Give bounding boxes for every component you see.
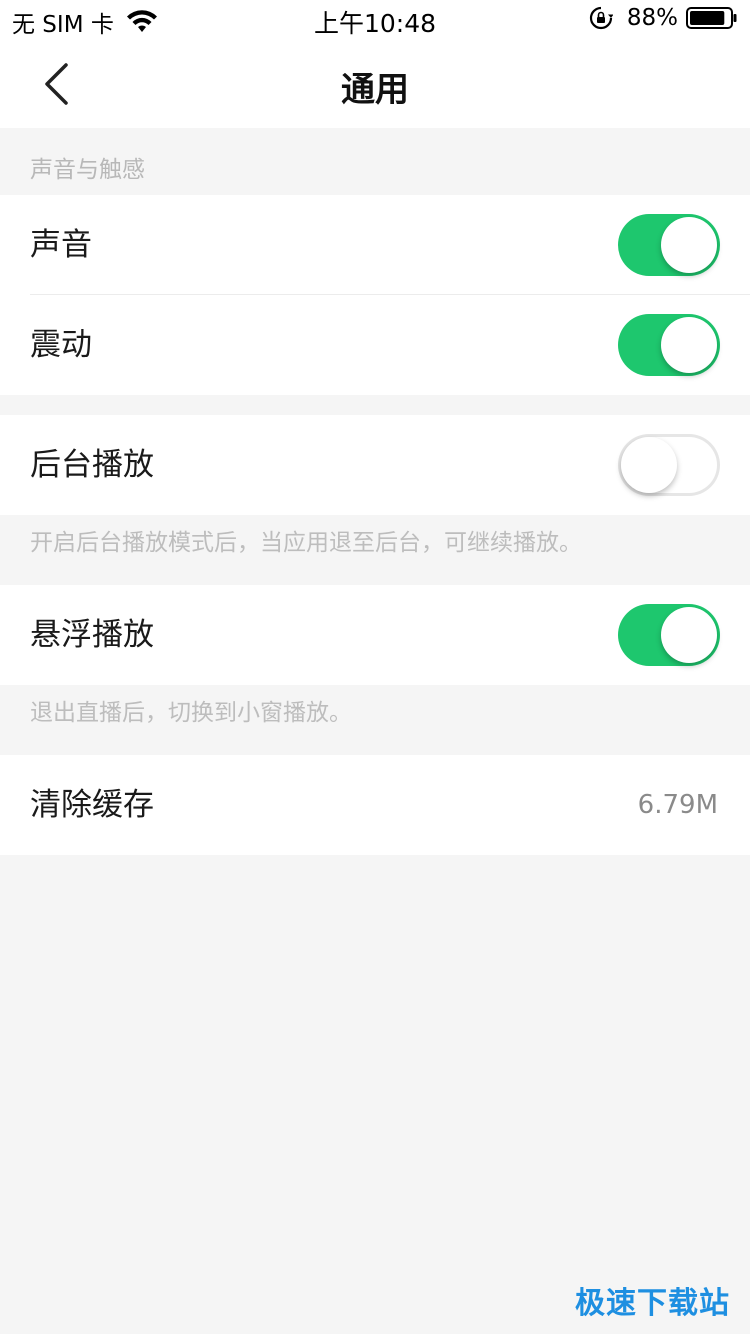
rotation-lock-icon [589,6,613,30]
watermark-text: 极速下载站 [575,1286,730,1321]
section-header-sound: 声音与触感 [0,128,750,195]
clear-cache-label: 清除缓存 [30,787,154,823]
float-play-row: 悬浮播放 [0,585,750,685]
float-play-toggle-knob [661,607,717,663]
battery-percent: 88% [626,5,678,31]
sound-toggle[interactable] [618,214,720,276]
float-play-toggle[interactable] [618,604,720,666]
status-bar: 无 SIM 卡 上午10:48 88% [0,0,750,40]
vibration-label: 震动 [30,327,92,363]
status-right: 88% [589,5,738,31]
background-play-toggle[interactable] [618,434,720,496]
float-play-label: 悬浮播放 [30,617,154,653]
page-title: 通用 [341,70,409,110]
background-play-label: 后台播放 [30,447,154,483]
sound-row: 声音 [0,195,750,295]
vibration-toggle-knob [661,317,717,373]
settings-screen: 无 SIM 卡 上午10:48 88% 通用 声音与触感 声音 震动 后台播放 … [0,0,750,1334]
vibration-toggle[interactable] [618,314,720,376]
nav-bar: 通用 [0,40,750,128]
background-play-hint: 开启后台播放模式后，当应用退至后台，可继续播放。 [0,515,750,585]
vibration-row: 震动 [0,295,750,395]
background-play-toggle-knob [621,437,677,493]
float-play-hint: 退出直播后，切换到小窗播放。 [0,685,750,755]
battery-icon [686,7,737,29]
sound-label: 声音 [30,227,92,263]
background-play-row: 后台播放 [0,415,750,515]
cache-size-value: 6.79M [637,790,718,820]
clear-cache-row[interactable]: 清除缓存 6.79M [0,755,750,855]
sound-toggle-knob [661,217,717,273]
